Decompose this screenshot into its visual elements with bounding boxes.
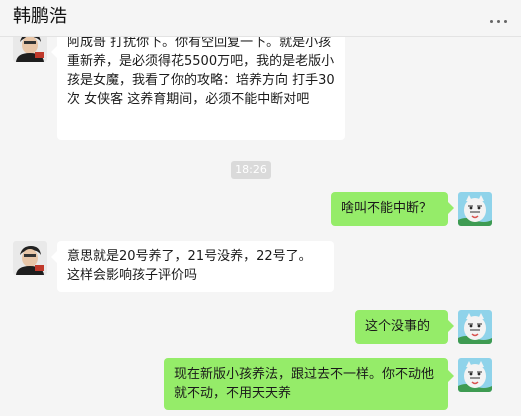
more-dots-icon[interactable] [489, 12, 509, 28]
self-avatar[interactable] [458, 310, 492, 344]
message-text: 阿成哥 打扰你下。你有空回复一下。就是小孩重新养，是必须得花5500万吧，我的是… [67, 35, 335, 107]
message-text: 啥叫不能中断？ [341, 201, 433, 216]
message-text: 现在新版小孩养法，跟过去不一样。你不动他就不动，不用天天养 [174, 367, 435, 401]
message-bubble-incoming[interactable]: 阿成哥 打扰你下。你有空回复一下。就是小孩重新养，是必须得花5500万吧，我的是… [57, 28, 345, 140]
chat-title: 韩鹏浩 [13, 6, 67, 27]
message-bubble-outgoing[interactable]: 现在新版小孩养法，跟过去不一样。你不动他就不动，不用天天养 [164, 358, 448, 410]
message-bubble-incoming[interactable]: 意思就是20号养了，21号没养，22号了。这样会影响孩子评价吗 [57, 241, 334, 292]
message-text: 这个没事的 [365, 319, 431, 334]
self-avatar[interactable] [458, 358, 492, 392]
contact-avatar[interactable] [13, 241, 47, 275]
message-text: 意思就是20号养了，21号没养，22号了。这样会影响孩子评价吗 [67, 249, 312, 283]
self-avatar[interactable] [458, 192, 492, 226]
timestamp-badge: 18:26 [231, 161, 271, 179]
message-bubble-outgoing[interactable]: 啥叫不能中断？ [331, 192, 448, 226]
chat-header: 韩鹏浩 [0, 0, 521, 37]
message-bubble-outgoing[interactable]: 这个没事的 [355, 310, 448, 344]
